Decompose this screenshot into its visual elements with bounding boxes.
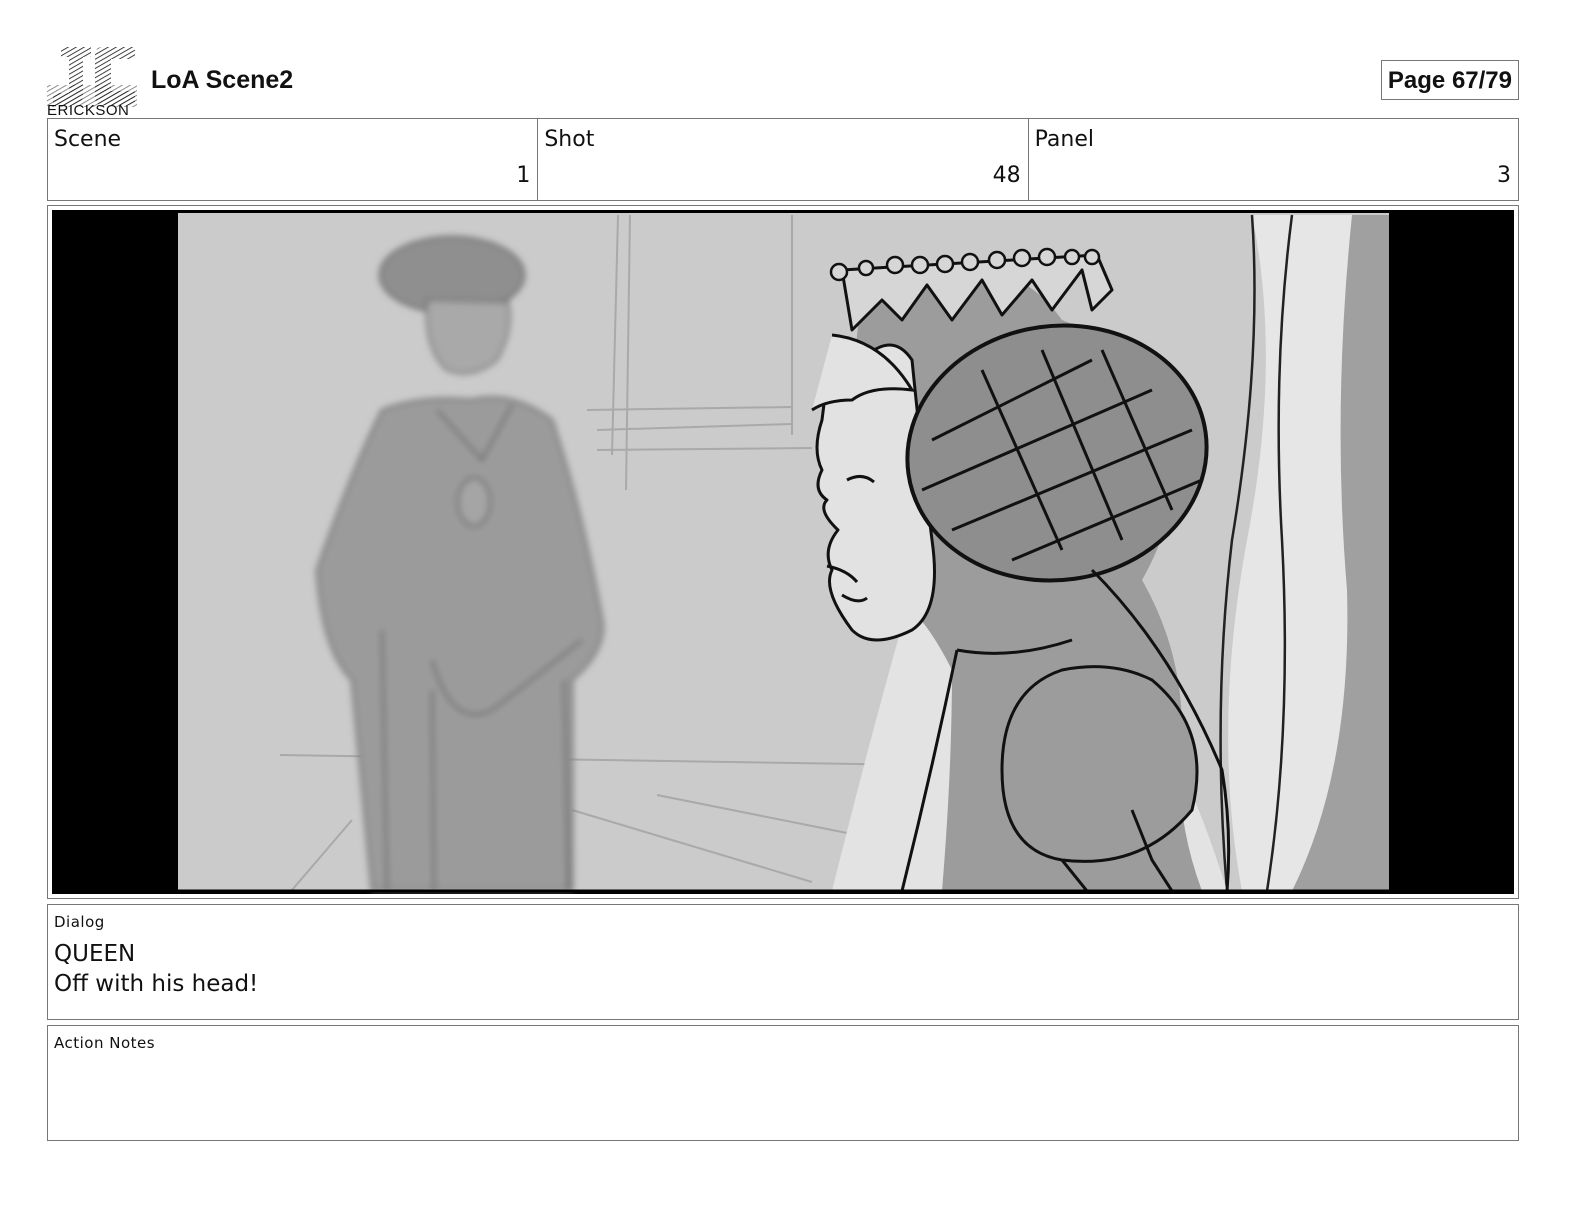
scene-cell: Scene 1 [48,119,539,200]
action-notes-label: Action Notes [54,1034,156,1052]
dialog-speaker: QUEEN [54,941,136,967]
scene-label: Scene [54,127,122,152]
dialog-label: Dialog [54,913,105,931]
storyboard-sketch [52,210,1514,894]
studio-logo: ERICKSON [47,45,137,119]
panel-label: Panel [1034,127,1095,152]
action-notes-box: Action Notes [47,1025,1519,1141]
document-title: LoA Scene2 [151,66,294,94]
scene-value: 1 [516,163,531,188]
dialog-line: Off with his head! [54,971,259,997]
panel-cell: Panel 3 [1029,119,1518,200]
dialog-box: Dialog QUEEN Off with his head! [47,904,1519,1020]
dialog-content: QUEEN Off with his head! [54,939,258,999]
shot-cell: Shot 48 [538,119,1029,200]
panel-value: 3 [1496,163,1511,188]
logo-text: ERICKSON [47,102,130,119]
storyboard-frame [52,210,1514,894]
page-number: Page 67/79 [1380,60,1519,100]
shot-info-row: Scene 1 Shot 48 Panel 3 [47,118,1519,201]
shot-value: 48 [992,163,1021,188]
shot-label: Shot [544,127,595,152]
storyboard-frame-box [47,205,1519,899]
